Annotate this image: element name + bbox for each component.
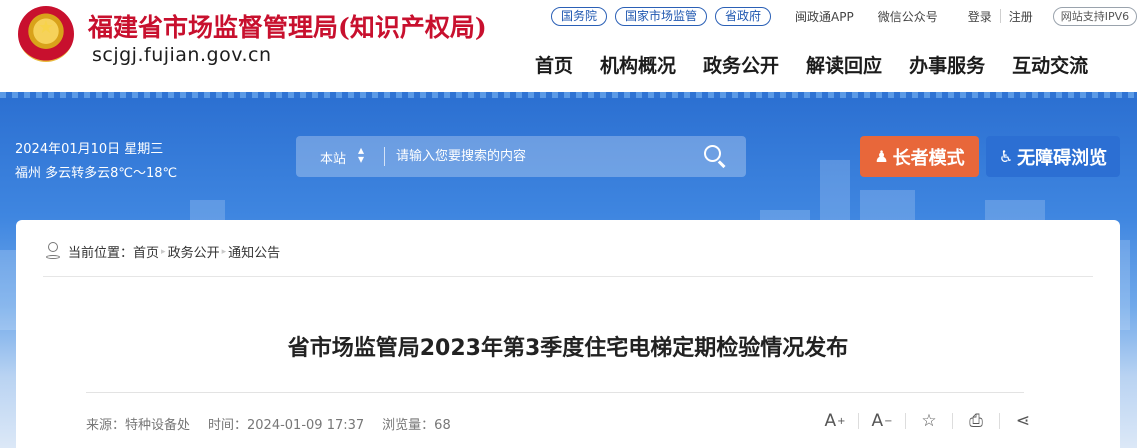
site-domain: scjgj.fujian.gov.cn	[92, 44, 272, 66]
search-bar: 本站 ▴ ▾	[296, 136, 746, 177]
wheelchair-icon: ♿	[998, 146, 1014, 166]
nav-public-affairs[interactable]: 政务公开	[703, 51, 779, 78]
nav-interpretation[interactable]: 解读回应	[806, 51, 882, 78]
chevron-updown-icon[interactable]: ▴ ▾	[358, 144, 364, 165]
nav-services[interactable]: 办事服务	[909, 51, 985, 78]
breadcrumb-public-affairs[interactable]: 政务公开	[168, 242, 220, 261]
accessibility-button[interactable]: ♿ 无障碍浏览	[986, 136, 1120, 177]
breadcrumb-arrow-icon: ▸	[221, 246, 227, 257]
link-samr[interactable]: 国家市场监管	[615, 6, 708, 26]
link-state-council[interactable]: 国务院	[551, 6, 608, 26]
nav-home[interactable]: 首页	[535, 51, 573, 78]
breadcrumb-arrow-icon: ▸	[161, 246, 166, 257]
nav-interaction[interactable]: 互动交流	[1012, 51, 1088, 78]
share-icon[interactable]: ⋖	[1000, 410, 1046, 432]
accessibility-label: 无障碍浏览	[1017, 147, 1108, 169]
banner-stripe	[0, 92, 1137, 98]
article-time: 时间：2024-01-09 17:37	[208, 418, 365, 433]
nav-about[interactable]: 机构概况	[600, 51, 676, 78]
weather-info: 福州 多云转多云8℃～18℃	[15, 166, 178, 181]
elder-mode-button[interactable]: ♟ 长者模式	[860, 136, 979, 177]
emblem-icon[interactable]: ★	[18, 6, 74, 62]
search-icon[interactable]	[702, 144, 728, 170]
current-date: 2024年01月10日 星期三	[15, 142, 164, 157]
article-title: 省市场监管局2023年第3季度住宅电梯定期检验情况发布	[287, 336, 849, 361]
article-source: 来源：特种设备处	[86, 418, 191, 433]
search-scope-select[interactable]: 本站	[320, 148, 346, 167]
link-app[interactable]: 闽政通APP	[795, 8, 854, 25]
main-nav: 首页 机构概况 政务公开 解读回应 办事服务 互动交流	[535, 51, 1088, 78]
login-link[interactable]: 登录	[968, 8, 992, 25]
login-separator	[999, 9, 1001, 23]
top-links: 国务院 国家市场监管 省政府 闽政通APP 微信公众号 登录 注册 网站支持IP…	[551, 6, 1137, 26]
breadcrumb-prefix: 当前位置：	[68, 246, 134, 261]
font-increase-icon[interactable]: A +	[812, 410, 858, 432]
search-divider	[384, 147, 385, 166]
breadcrumb: 当前位置： 首页 ▸ 政务公开 ▸ 通知公告	[68, 242, 280, 261]
emblem-star-icon: ★	[37, 17, 55, 38]
search-input[interactable]	[396, 144, 696, 168]
article-tools: A + A − ☆ ⎙ ⋖	[812, 410, 1046, 432]
ipv6-badge: 网站支持IPV6	[1052, 6, 1137, 26]
link-wechat[interactable]: 微信公众号	[878, 8, 938, 25]
article-meta: 来源：特种设备处 时间：2024-01-09 17:37 浏览量：68	[86, 414, 451, 433]
breadcrumb-home[interactable]: 首页	[133, 242, 159, 261]
link-provincial-gov[interactable]: 省政府	[715, 6, 772, 26]
register-link[interactable]: 注册	[1009, 8, 1033, 25]
font-decrease-icon[interactable]: A −	[859, 410, 905, 432]
article-views: 浏览量：68	[382, 418, 451, 433]
star-icon[interactable]: ☆	[906, 410, 952, 432]
breadcrumb-divider	[43, 276, 1093, 277]
title-divider	[86, 392, 1024, 393]
site-header: ★ 福建省市场监督管理局(知识产权局) scjgj.fujian.gov.cn …	[0, 0, 1137, 92]
elder-mode-label: 长者模式	[892, 147, 965, 169]
article-card: 当前位置： 首页 ▸ 政务公开 ▸ 通知公告 省市场监管局2023年第3季度住宅…	[16, 220, 1120, 448]
breadcrumb-notices[interactable]: 通知公告	[228, 242, 280, 261]
location-pin-icon	[46, 242, 60, 260]
elder-icon: ♟	[874, 146, 889, 166]
print-icon[interactable]: ⎙	[953, 410, 999, 432]
site-name[interactable]: 福建省市场监督管理局(知识产权局)	[88, 8, 487, 44]
